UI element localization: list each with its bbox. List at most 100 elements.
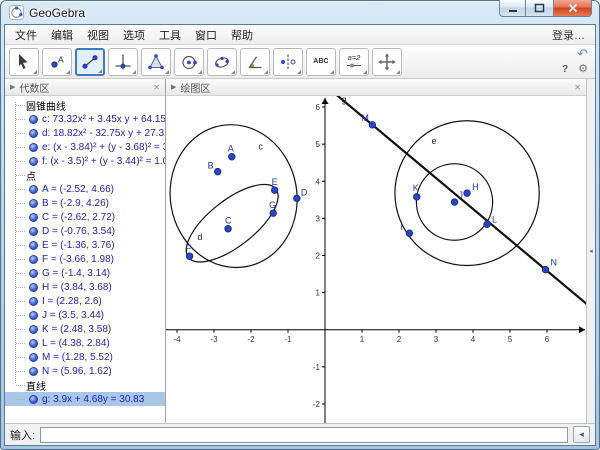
- visibility-marble-icon[interactable]: [29, 143, 38, 152]
- tool-dropdown-icon[interactable]: [396, 70, 400, 74]
- algebra-item[interactable]: F = (-3.66, 1.98): [5, 252, 165, 266]
- text-tool-button[interactable]: ABC: [306, 48, 336, 76]
- menu-item-6[interactable]: 帮助: [224, 25, 260, 45]
- close-view-icon[interactable]: ✕: [153, 83, 160, 92]
- polygon-tool-button[interactable]: [141, 48, 171, 76]
- point-E[interactable]: [271, 187, 277, 193]
- algebra-section-points[interactable]: 点: [5, 168, 165, 182]
- circle-tool-button[interactable]: [174, 48, 204, 76]
- visibility-marble-icon[interactable]: [29, 227, 38, 236]
- visibility-marble-icon[interactable]: [29, 185, 38, 194]
- point-A[interactable]: [229, 154, 235, 160]
- panel-collapse-strip[interactable]: ◂: [586, 79, 595, 423]
- algebra-item[interactable]: G = (-1.4, 3.14): [5, 266, 165, 280]
- conic-tool-button[interactable]: [207, 48, 237, 76]
- menu-item-3[interactable]: 选项: [116, 25, 152, 45]
- visibility-marble-icon[interactable]: [29, 157, 38, 166]
- visibility-marble-icon[interactable]: [29, 353, 38, 362]
- collapse-panel-icon[interactable]: ◂: [589, 247, 593, 255]
- menu-item-5[interactable]: 窗口: [188, 25, 224, 45]
- point-N[interactable]: [542, 266, 548, 272]
- algebra-item[interactable]: A = (-2.52, 4.66): [5, 182, 165, 196]
- point-C[interactable]: [225, 226, 231, 232]
- help-icon[interactable]: ?: [562, 64, 568, 75]
- tool-dropdown-icon[interactable]: [264, 70, 268, 74]
- algebra-section-conics[interactable]: 圆锥曲线: [5, 98, 165, 112]
- algebra-item[interactable]: M = (1.28, 5.52): [5, 350, 165, 364]
- tool-dropdown-icon[interactable]: [165, 70, 169, 74]
- close-view-icon[interactable]: ✕: [574, 83, 581, 92]
- tool-dropdown-icon[interactable]: [198, 70, 202, 74]
- input-help-button[interactable]: ◂: [573, 426, 590, 443]
- algebra-item[interactable]: K = (2.48, 3.58): [5, 322, 165, 336]
- tool-dropdown-icon[interactable]: [231, 70, 235, 74]
- point-L[interactable]: [484, 221, 490, 227]
- algebra-item[interactable]: H = (3.84, 3.68): [5, 280, 165, 294]
- maximize-button[interactable]: [526, 0, 553, 17]
- title-bar[interactable]: GeoGebra: [4, 1, 596, 24]
- menu-item-1[interactable]: 编辑: [44, 25, 80, 45]
- tool-dropdown-icon[interactable]: [297, 70, 301, 74]
- tool-dropdown-icon[interactable]: [363, 70, 367, 74]
- tool-dropdown-icon[interactable]: [66, 70, 70, 74]
- panel-menu-arrow-icon[interactable]: ▶: [10, 83, 15, 91]
- line-g[interactable]: [288, 96, 586, 333]
- move-tool-button[interactable]: [9, 48, 39, 76]
- visibility-marble-icon[interactable]: [29, 213, 38, 222]
- graphics-view-header[interactable]: ▶ 绘图区 ✕: [166, 79, 586, 96]
- algebra-item[interactable]: I = (2.28, 2.6): [5, 294, 165, 308]
- visibility-marble-icon[interactable]: [29, 339, 38, 348]
- settings-gear-icon[interactable]: ⚙: [578, 64, 588, 75]
- menu-item-2[interactable]: 视图: [80, 25, 116, 45]
- panel-menu-arrow-icon[interactable]: ▶: [171, 83, 176, 91]
- visibility-marble-icon[interactable]: [29, 199, 38, 208]
- point-K[interactable]: [414, 194, 420, 200]
- point-J[interactable]: [451, 199, 457, 205]
- algebra-item[interactable]: B = (-2.9, 4.26): [5, 196, 165, 210]
- visibility-marble-icon[interactable]: [29, 311, 38, 320]
- visibility-marble-icon[interactable]: [29, 241, 38, 250]
- algebra-item[interactable]: J = (3.5, 3.44): [5, 308, 165, 322]
- algebra-item[interactable]: g: 3.9x + 4.68y = 30.83: [5, 392, 165, 406]
- algebra-item[interactable]: e: (x - 3.84)² + (y - 3.68)² = 3: [5, 140, 165, 154]
- move-graphics-view-tool-button[interactable]: [372, 48, 402, 76]
- point-G[interactable]: [270, 210, 276, 216]
- visibility-marble-icon[interactable]: [29, 325, 38, 334]
- tool-dropdown-icon[interactable]: [98, 69, 102, 73]
- algebra-item[interactable]: E = (-1.36, 3.76): [5, 238, 165, 252]
- visibility-marble-icon[interactable]: [29, 367, 38, 376]
- menu-item-0[interactable]: 文件: [8, 25, 44, 45]
- undo-icon[interactable]: ↶: [577, 47, 588, 60]
- visibility-marble-icon[interactable]: [29, 283, 38, 292]
- algebra-item[interactable]: N = (5.96, 1.62): [5, 364, 165, 378]
- algebra-item[interactable]: D = (-0.76, 3.54): [5, 224, 165, 238]
- point-D[interactable]: [294, 195, 300, 201]
- tool-dropdown-icon[interactable]: [33, 70, 37, 74]
- visibility-marble-icon[interactable]: [29, 129, 38, 138]
- minimize-button[interactable]: [499, 0, 526, 17]
- angle-tool-button[interactable]: [240, 48, 270, 76]
- point-tool-button[interactable]: A: [42, 48, 72, 76]
- point-F[interactable]: [186, 253, 192, 259]
- algebra-view-header[interactable]: ▶ 代数区 ✕: [5, 79, 165, 96]
- algebra-item[interactable]: C = (-2.62, 2.72): [5, 210, 165, 224]
- menu-item-4[interactable]: 工具: [152, 25, 188, 45]
- algebra-item[interactable]: d: 18.82x² - 32.75x y + 27.31: [5, 126, 165, 140]
- sign-in-link[interactable]: 登录…: [552, 27, 595, 43]
- point-M[interactable]: [369, 122, 375, 128]
- segment-tool-button[interactable]: [75, 48, 105, 76]
- perpendicular-line-tool-button[interactable]: [108, 48, 138, 76]
- command-input[interactable]: [40, 427, 568, 443]
- point-B[interactable]: [215, 168, 221, 174]
- visibility-marble-icon[interactable]: [29, 269, 38, 278]
- point-I[interactable]: [406, 230, 412, 236]
- algebra-item[interactable]: c: 73.32x² + 3.45x y + 64.15: [5, 112, 165, 126]
- tool-dropdown-icon[interactable]: [132, 70, 136, 74]
- close-button[interactable]: [553, 0, 592, 17]
- graphics-canvas[interactable]: -4-3-2-1123456-2-1123456gcdeABCDEFGHIJKL…: [166, 96, 586, 423]
- algebra-item[interactable]: L = (4.38, 2.84): [5, 336, 165, 350]
- slider-tool-button[interactable]: a=2: [339, 48, 369, 76]
- visibility-marble-icon[interactable]: [29, 115, 38, 124]
- algebra-section-lines[interactable]: 直线: [5, 378, 165, 392]
- reflect-tool-button[interactable]: [273, 48, 303, 76]
